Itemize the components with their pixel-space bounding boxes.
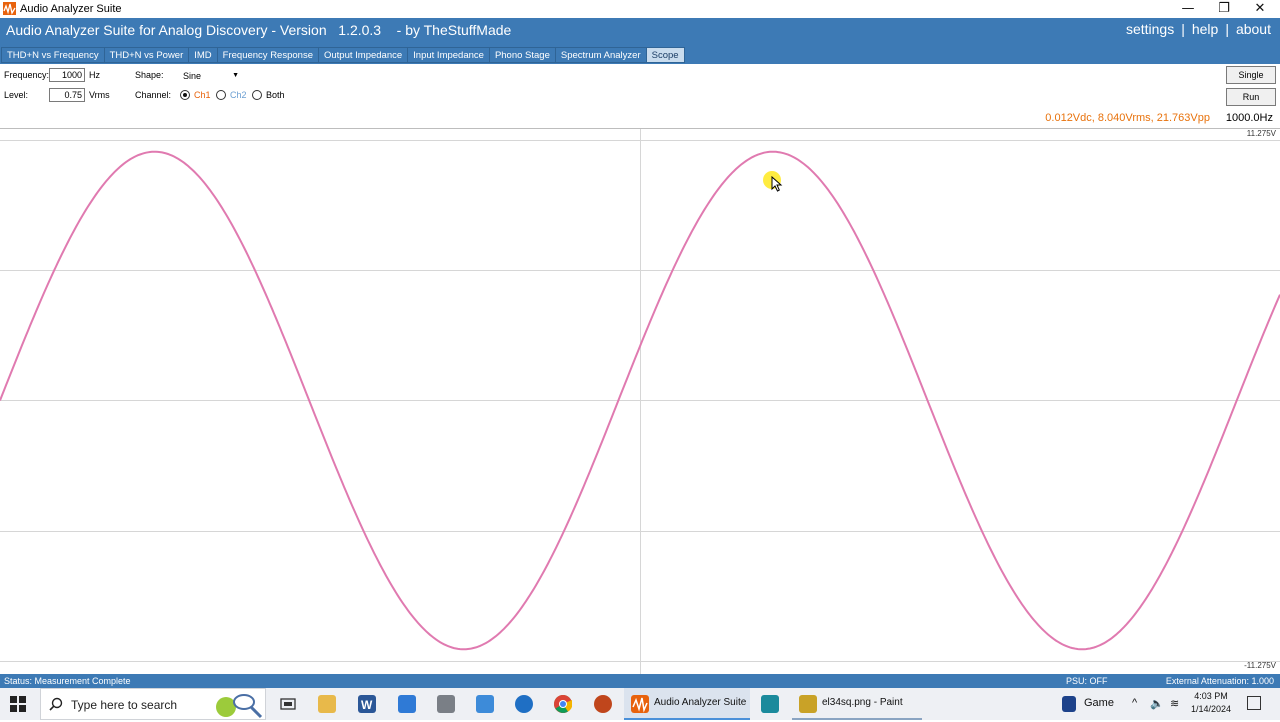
tab-frequency-response[interactable]: Frequency Response: [217, 47, 319, 63]
windows-taskbar: Type here to search W Audio Analyzer Sui…: [0, 688, 1280, 720]
single-button[interactable]: Single: [1226, 66, 1276, 84]
level-label: Level:: [4, 90, 29, 100]
channel-label: Channel:: [135, 90, 172, 100]
taskbar-app-label: Audio Analyzer Suite: [654, 697, 747, 708]
task-view-icon[interactable]: [279, 695, 297, 713]
tab-thdn-vs-frequency[interactable]: THD+N vs Frequency: [1, 47, 105, 63]
frequency-label: Frequency:: [4, 70, 50, 80]
channel-radio-both[interactable]: [252, 90, 262, 100]
window-manager-icon[interactable]: [398, 695, 416, 713]
svg-text:W: W: [361, 698, 373, 712]
shape-label: Shape:: [135, 70, 164, 80]
taskbar-app-label: el34sq.png - Paint: [822, 697, 903, 708]
taskbar-clock[interactable]: 4:03 PM 1/14/2024: [1186, 690, 1236, 716]
taskbar-search-box[interactable]: Type here to search: [40, 688, 266, 720]
ch1-trace-svg: [0, 150, 1280, 651]
shape-select-value: Sine: [183, 71, 202, 81]
camera-app-icon[interactable]: [761, 695, 779, 713]
status-bar: Status: Measurement Complete PSU: OFF Ex…: [0, 674, 1280, 688]
search-highlight-icon: [213, 693, 263, 722]
edge-browser-icon[interactable]: [515, 695, 533, 713]
tab-scope[interactable]: Scope: [646, 47, 685, 63]
window-titlebar: Audio Analyzer Suite — ❐ ✕: [0, 0, 1280, 18]
media-app-icon[interactable]: [594, 695, 612, 713]
tab-spectrum-analyzer[interactable]: Spectrum Analyzer: [555, 47, 647, 63]
close-button[interactable]: ✕: [1242, 0, 1278, 18]
audio-analyzer-icon: [3, 2, 16, 15]
frequency-input[interactable]: 1000: [49, 68, 85, 82]
search-icon: [49, 697, 63, 714]
channel-radio-ch2[interactable]: [216, 90, 226, 100]
search-placeholder: Type here to search: [71, 698, 178, 712]
minimize-button[interactable]: —: [1170, 0, 1206, 18]
measurement-readout: 0.012Vdc, 8.040Vrms, 21.763Vpp: [1045, 112, 1210, 124]
chevron-up-icon[interactable]: ^: [1132, 697, 1137, 709]
frequency-unit: Hz: [89, 70, 100, 80]
channel-option-both[interactable]: Both: [266, 90, 285, 100]
calculator-icon[interactable]: [437, 695, 455, 713]
windows-start-icon[interactable]: [10, 696, 26, 712]
taskbar-app-paint[interactable]: el34sq.png - Paint: [792, 688, 922, 720]
shape-select[interactable]: Sine ▼: [180, 69, 242, 83]
paint-icon: [799, 695, 817, 713]
tab-phono-stage[interactable]: Phono Stage: [489, 47, 556, 63]
run-button[interactable]: Run: [1226, 88, 1276, 106]
scope-plot[interactable]: 11.275V -11.275V: [0, 128, 1280, 674]
tab-bar: THD+N vs Frequency THD+N vs Power IMD Fr…: [0, 46, 1280, 64]
app-header: Audio Analyzer Suite for Analog Discover…: [0, 18, 1280, 46]
channel-option-ch1[interactable]: Ch1: [194, 90, 211, 100]
psu-status: PSU: OFF: [1066, 676, 1108, 686]
help-link[interactable]: help: [1192, 21, 1218, 37]
notifications-icon[interactable]: [1247, 696, 1261, 710]
nav-separator: |: [1181, 21, 1185, 37]
chrome-icon[interactable]: [554, 695, 573, 713]
game-label[interactable]: Game: [1084, 697, 1114, 709]
wifi-icon[interactable]: ≋: [1170, 697, 1179, 710]
frequency-readout: 1000.0Hz: [1225, 112, 1273, 124]
ch1-trace: [0, 150, 1280, 651]
restore-button[interactable]: ❐: [1206, 0, 1242, 18]
audio-analyzer-icon: [631, 695, 649, 713]
channel-option-ch2[interactable]: Ch2: [230, 90, 247, 100]
about-link[interactable]: about: [1236, 21, 1271, 37]
tab-list: THD+N vs Frequency THD+N vs Power IMD Fr…: [1, 47, 685, 63]
chevron-down-icon: ▼: [232, 72, 239, 79]
status-text: Status: Measurement Complete: [4, 676, 131, 686]
vmin-label: -11.275V: [1244, 661, 1276, 670]
pen-tool-icon[interactable]: [476, 695, 494, 713]
file-explorer-icon[interactable]: [318, 695, 336, 713]
nba-icon[interactable]: [1062, 696, 1076, 712]
taskbar-app-audio-analyzer[interactable]: Audio Analyzer Suite: [624, 688, 750, 720]
word-icon[interactable]: W: [358, 695, 376, 713]
level-input[interactable]: 0.75: [49, 88, 85, 102]
tab-input-impedance[interactable]: Input Impedance: [408, 47, 490, 63]
nav-separator: |: [1225, 21, 1229, 37]
level-unit: Vrms: [89, 90, 110, 100]
tab-output-impedance[interactable]: Output Impedance: [318, 47, 409, 63]
volume-icon[interactable]: 🔈: [1150, 697, 1164, 710]
tab-imd[interactable]: IMD: [189, 47, 218, 63]
app-title: Audio Analyzer Suite for Analog Discover…: [6, 22, 512, 38]
tab-thdn-vs-power[interactable]: THD+N vs Power: [104, 47, 190, 63]
clock-time: 4:03 PM: [1194, 691, 1228, 701]
header-nav: settings | help | about: [1126, 21, 1271, 37]
clock-date: 1/14/2024: [1190, 704, 1232, 714]
settings-link[interactable]: settings: [1126, 21, 1174, 37]
vmax-label: 11.275V: [1246, 129, 1276, 138]
mouse-cursor-icon: [771, 176, 783, 192]
attenuation-status: External Attenuation: 1.000: [1165, 676, 1274, 686]
channel-radio-ch1[interactable]: [180, 90, 190, 100]
window-title: Audio Analyzer Suite: [20, 3, 122, 15]
